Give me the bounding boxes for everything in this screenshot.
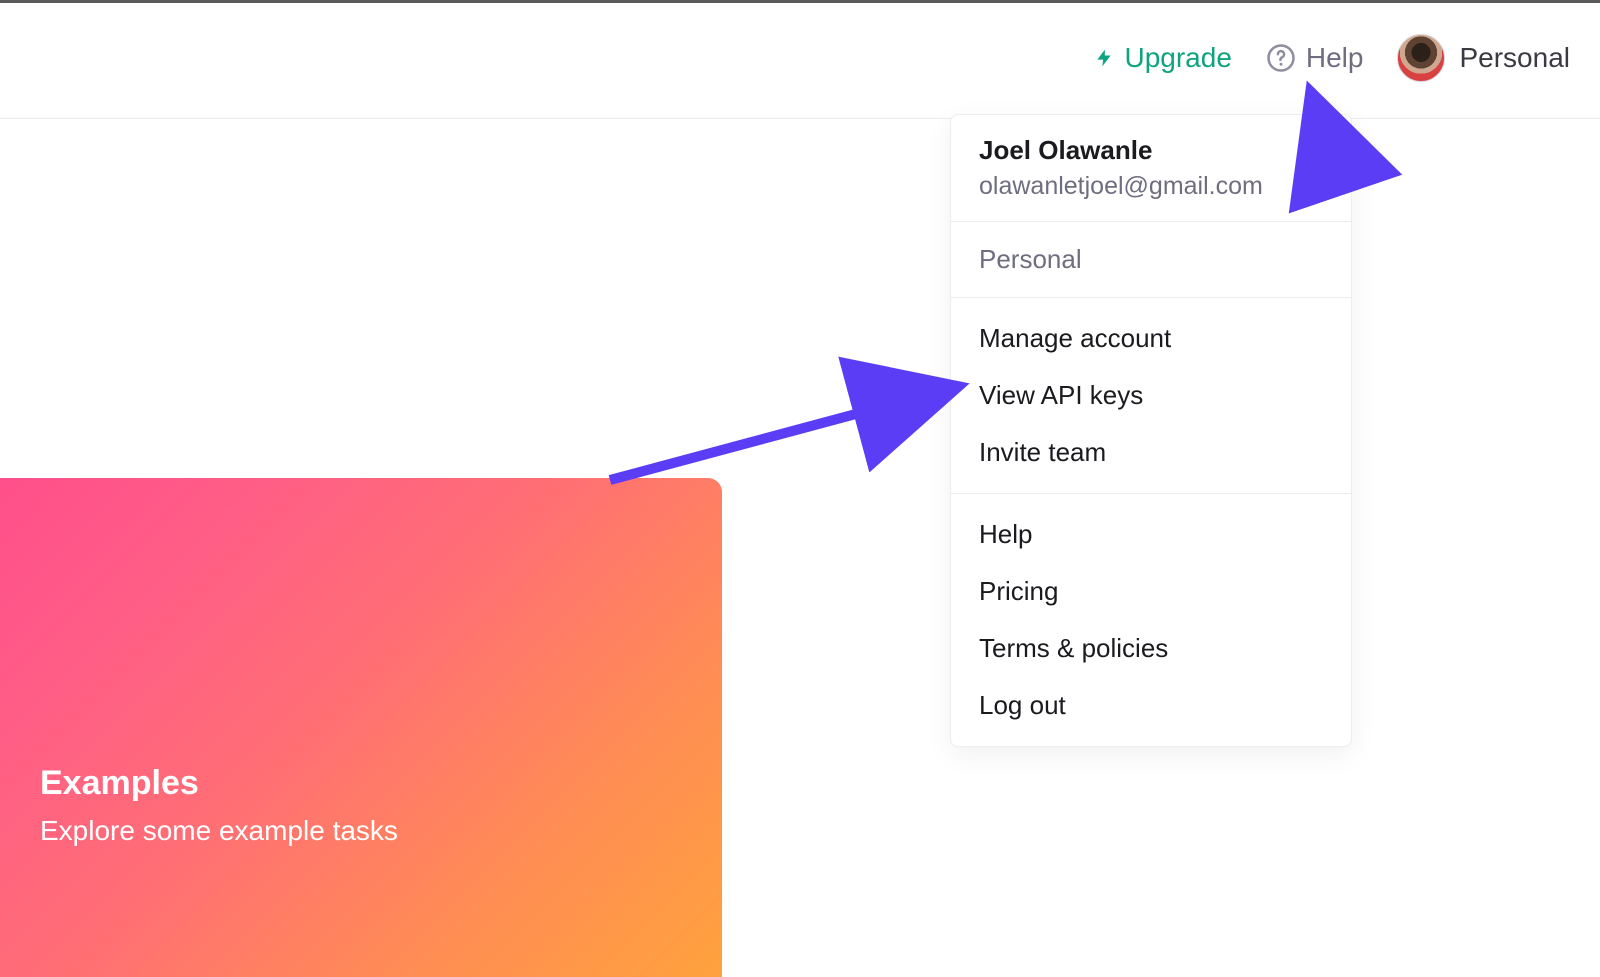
examples-subtitle: Explore some example tasks [40, 815, 682, 847]
upgrade-button[interactable]: Upgrade [1094, 42, 1231, 74]
account-dropdown: Joel Olawanle olawanletjoel@gmail.com Pe… [950, 114, 1352, 747]
workspace-item[interactable]: Personal [951, 222, 1351, 297]
terms-item[interactable]: Terms & policies [951, 620, 1351, 677]
help-label: Help [1306, 42, 1364, 74]
user-name: Joel Olawanle [979, 135, 1323, 166]
upgrade-label: Upgrade [1124, 42, 1231, 74]
view-api-keys-item[interactable]: View API keys [951, 367, 1351, 424]
user-email: olawanletjoel@gmail.com [979, 172, 1323, 201]
help-button[interactable]: Help [1266, 42, 1364, 74]
pricing-item[interactable]: Pricing [951, 563, 1351, 620]
bolt-icon [1094, 44, 1114, 72]
help-item[interactable]: Help [951, 506, 1351, 563]
invite-team-item[interactable]: Invite team [951, 424, 1351, 481]
avatar [1397, 34, 1445, 82]
menu-group-misc: Help Pricing Terms & policies Log out [951, 494, 1351, 746]
header-nav: Upgrade Help Personal [1094, 0, 1600, 116]
manage-account-item[interactable]: Manage account [951, 310, 1351, 367]
header-divider [0, 118, 1600, 119]
help-icon [1266, 43, 1296, 73]
logout-item[interactable]: Log out [951, 677, 1351, 734]
examples-card[interactable]: Examples Explore some example tasks [0, 478, 722, 977]
dropdown-user-block: Joel Olawanle olawanletjoel@gmail.com [951, 115, 1351, 221]
examples-title: Examples [40, 764, 682, 803]
menu-group-account: Manage account View API keys Invite team [951, 298, 1351, 493]
account-label: Personal [1459, 42, 1570, 74]
account-button[interactable]: Personal [1397, 34, 1570, 82]
